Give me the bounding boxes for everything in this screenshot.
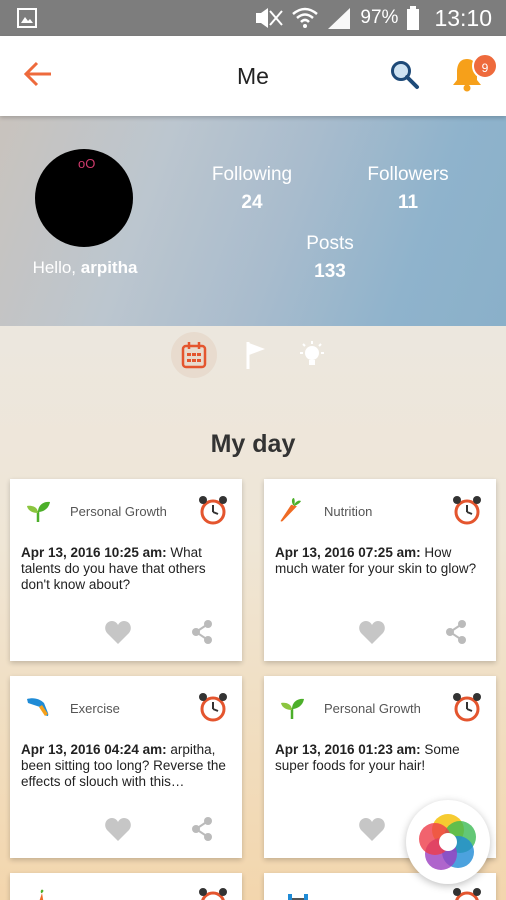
followers-stat[interactable]: Followers 11 bbox=[338, 164, 478, 214]
category-label: Personal Growth bbox=[70, 504, 167, 519]
post-text: Apr 13, 2016 01:23 am: Some super foods … bbox=[275, 742, 487, 774]
post-card[interactable]: Personal Growth Apr 13, 2016 10:25 am: W… bbox=[10, 479, 242, 661]
post-card[interactable]: Exercise Apr 13, 2016 04:24 am: arpitha,… bbox=[10, 676, 242, 858]
post-card[interactable]: Nutrition Apr 13, 2016 07:25 am: How muc… bbox=[264, 479, 496, 661]
battery-icon bbox=[407, 6, 420, 30]
alarm-clock-icon[interactable] bbox=[196, 493, 230, 527]
view-tabs bbox=[0, 332, 506, 392]
section-title: My day bbox=[210, 430, 296, 458]
greeting-prefix: Hello, bbox=[32, 258, 81, 277]
search-icon bbox=[391, 61, 419, 89]
signal-icon bbox=[328, 8, 351, 29]
alarm-clock-icon[interactable] bbox=[450, 690, 484, 724]
tab-my-day[interactable] bbox=[171, 332, 217, 378]
back-arrow-icon bbox=[23, 61, 51, 87]
following-stat[interactable]: Following 24 bbox=[182, 164, 322, 214]
notifications-button[interactable]: 9 bbox=[450, 53, 498, 94]
post-timestamp: Apr 13, 2016 07:25 am: bbox=[275, 545, 421, 560]
alarm-clock-icon[interactable] bbox=[450, 885, 484, 900]
followers-label: Followers bbox=[367, 164, 449, 185]
avatar-mark: oO bbox=[78, 156, 96, 171]
alarm-clock-icon[interactable] bbox=[196, 690, 230, 724]
alarm-clock-icon[interactable] bbox=[196, 885, 230, 900]
running-shoe-icon bbox=[24, 694, 52, 722]
category-label: Personal Growth bbox=[324, 701, 421, 716]
clock: 13:10 bbox=[434, 4, 492, 31]
mute-icon bbox=[256, 8, 284, 28]
profile-header: oO Hello, arpitha Following 24 Followers… bbox=[0, 116, 506, 326]
sprout-icon bbox=[24, 497, 52, 525]
status-bar: 97% 13:10 bbox=[0, 0, 506, 36]
posts-label: Posts bbox=[306, 233, 354, 254]
post-timestamp: Apr 13, 2016 04:24 am: bbox=[21, 742, 167, 757]
floating-action-button[interactable] bbox=[406, 800, 490, 884]
post-timestamp: Apr 13, 2016 10:25 am: bbox=[21, 545, 167, 560]
carrot-icon bbox=[278, 497, 306, 525]
greeting: Hello, arpitha bbox=[0, 258, 170, 278]
dumbbell-icon bbox=[288, 894, 308, 900]
share-icon[interactable] bbox=[190, 816, 214, 842]
tab-goals[interactable] bbox=[232, 332, 278, 378]
lightbulb-icon bbox=[300, 341, 324, 365]
notification-badge: 9 bbox=[472, 53, 498, 79]
app-bar: Me 9 bbox=[0, 36, 506, 116]
heart-icon[interactable] bbox=[104, 619, 132, 645]
back-button[interactable] bbox=[22, 58, 54, 90]
post-timestamp: Apr 13, 2016 01:23 am: bbox=[275, 742, 421, 757]
sprout-icon bbox=[278, 694, 306, 722]
following-count: 24 bbox=[241, 192, 263, 213]
heart-icon[interactable] bbox=[104, 816, 132, 842]
followers-count: 11 bbox=[397, 192, 419, 213]
posts-stat[interactable]: Posts 133 bbox=[260, 233, 400, 283]
username: arpitha bbox=[80, 258, 138, 277]
share-icon[interactable] bbox=[444, 619, 468, 645]
post-text: Apr 13, 2016 04:24 am: arpitha, been sit… bbox=[21, 742, 233, 790]
flag-icon bbox=[246, 342, 265, 369]
wifi-icon bbox=[292, 7, 319, 28]
gallery-notification-icon bbox=[17, 8, 37, 28]
carrot-icon bbox=[39, 889, 44, 900]
share-icon[interactable] bbox=[190, 619, 214, 645]
posts-count: 133 bbox=[314, 261, 346, 282]
color-wheel-icon bbox=[419, 814, 476, 870]
heart-icon[interactable] bbox=[358, 816, 386, 842]
search-button[interactable] bbox=[389, 59, 421, 91]
post-card-partial[interactable] bbox=[10, 873, 242, 900]
following-label: Following bbox=[211, 164, 293, 185]
category-label: Nutrition bbox=[324, 504, 373, 519]
category-label: Exercise bbox=[70, 701, 120, 716]
page-title: Me bbox=[237, 63, 269, 89]
post-text: Apr 13, 2016 10:25 am: What talents do y… bbox=[21, 545, 233, 593]
tab-ideas[interactable] bbox=[289, 332, 335, 378]
calendar-icon bbox=[181, 342, 207, 369]
battery-percent: 97% bbox=[360, 7, 399, 28]
alarm-clock-icon[interactable] bbox=[450, 493, 484, 527]
post-text: Apr 13, 2016 07:25 am: How much water fo… bbox=[275, 545, 487, 577]
heart-icon[interactable] bbox=[358, 619, 386, 645]
